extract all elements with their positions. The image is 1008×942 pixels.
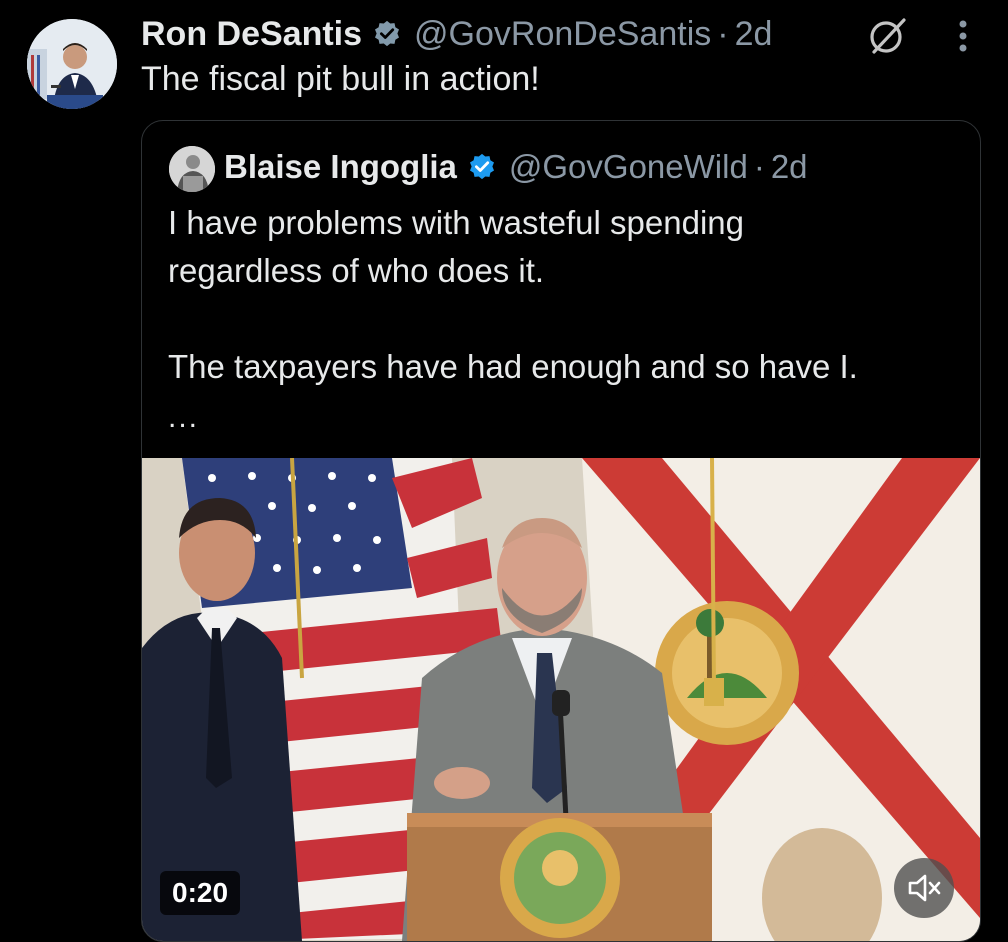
author-avatar[interactable]	[27, 19, 117, 109]
header-separator: ·	[717, 14, 729, 53]
verified-badge-icon[interactable]	[372, 19, 402, 49]
quoted-tweet-text: I have problems with wasteful spending r…	[168, 199, 858, 391]
verified-badge-icon[interactable]	[467, 152, 497, 182]
grok-icon[interactable]	[866, 14, 910, 58]
quoted-author-avatar[interactable]	[169, 146, 215, 192]
quoted-text-line: I have problems with wasteful spending	[168, 204, 744, 241]
quoted-author-name[interactable]: Blaise Ingoglia	[224, 148, 457, 186]
quoted-tweet-timestamp[interactable]: 2d	[771, 148, 808, 186]
quoted-text-line	[168, 295, 858, 343]
video-player[interactable]: 0:20	[142, 458, 980, 941]
tweet-text: The fiscal pit bull in action!	[141, 60, 540, 98]
quoted-header-separator: ·	[753, 148, 765, 185]
video-frame	[142, 458, 980, 941]
tweet-timestamp[interactable]: 2d	[735, 15, 773, 54]
author-handle[interactable]: @GovRonDeSantis	[414, 15, 711, 54]
more-options-icon[interactable]	[944, 16, 982, 56]
quoted-text-line: regardless of who does it.	[168, 252, 545, 289]
video-duration: 0:20	[160, 871, 241, 915]
tweet-header: Ron DeSantis @GovRonDeSantis · 2d	[141, 14, 772, 54]
author-name[interactable]: Ron DeSantis	[141, 15, 362, 54]
quoted-author-handle[interactable]: @GovGoneWild	[509, 148, 748, 186]
speaker-muted-icon[interactable]	[894, 858, 954, 918]
quoted-tweet-header: Blaise Ingoglia @GovGoneWild · 2d	[224, 147, 808, 187]
tweet-card[interactable]: Ron DeSantis @GovRonDeSantis · 2d The fi…	[0, 0, 1008, 942]
quoted-text-line: The taxpayers have had enough and so hav…	[168, 348, 858, 385]
show-more-ellipsis[interactable]: ...	[168, 401, 199, 435]
quoted-tweet[interactable]: Blaise Ingoglia @GovGoneWild · 2d I have…	[141, 120, 981, 942]
